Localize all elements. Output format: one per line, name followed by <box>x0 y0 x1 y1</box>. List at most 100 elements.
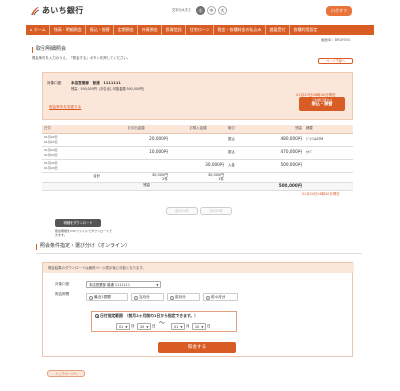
from-day-unit: 日 <box>152 324 156 328</box>
to-month-select[interactable]: 01 ▼ <box>171 323 185 330</box>
to-month-unit: 月 <box>186 324 190 328</box>
nav-foreign-deposit[interactable]: 外貨預金 <box>138 25 163 35</box>
row-type: 振込 <box>226 133 248 147</box>
nav-applications[interactable]: 諸届受付 <box>266 25 291 35</box>
row-deposit <box>170 133 226 147</box>
font-size-medium-button[interactable]: 中 <box>207 6 216 15</box>
from-month-unit: 月 <box>131 324 135 328</box>
from-month-value: 01 <box>119 325 124 329</box>
account-balance-line: 残高：500,000円（お引出し可能金額 500,000円） <box>71 87 147 91</box>
table-row: 01月20日 01月20日 20,000円 振込 480,000円 ｼﾞｴｲｺﾑ… <box>42 133 353 147</box>
nav-housing-loan[interactable]: 住宅ローン <box>186 25 215 35</box>
next-page-button[interactable]: 次の20件 <box>200 207 232 215</box>
period-option-week[interactable]: 最近1週間 <box>86 293 128 301</box>
period-option-label: 前月分 <box>175 295 186 299</box>
row-deposit <box>170 146 226 160</box>
chevron-down-icon: ▼ <box>125 325 128 329</box>
nav-balance[interactable]: 残高・明細照会 <box>50 25 87 35</box>
chevron-down-icon: ▼ <box>201 325 204 329</box>
row-balance: 480,000円 <box>248 133 304 147</box>
row-date: 01月20日 01月20日 <box>42 159 102 173</box>
col-withdraw: お引出金額 <box>102 125 170 134</box>
col-deposit: お預入金額 <box>170 125 226 134</box>
nav-transfer[interactable]: 振込・振替 <box>86 25 115 35</box>
date-range-title: 日付指定範囲 （前月2ヶ月間の1日から指定できます。） <box>100 313 198 318</box>
from-month-select[interactable]: 01 ▼ <box>116 323 130 330</box>
row-memo: ｼﾞｴｲｺﾑATM <box>304 133 353 147</box>
conditions-section-header: 照会条件指定・選び分け（オンライン） <box>36 242 362 254</box>
download-note: 照会明細をCSVファイルでダウンロードで きます。 <box>55 229 112 237</box>
home-icon: ⌂ <box>30 27 33 32</box>
from-day-select[interactable]: 20 ▼ <box>137 323 151 330</box>
table-total-row: 合計 30,000円 2件 30,000円 1件 <box>42 172 353 183</box>
period-option-last-month[interactable]: 前月分 <box>167 293 200 301</box>
col-date: 日付 <box>42 125 102 134</box>
balance-label: 残高 <box>42 182 170 191</box>
col-balance: 残高 <box>248 125 304 134</box>
account-select[interactable]: 本店営業部 普通 1111111 ▼ <box>86 281 161 288</box>
to-day-select[interactable]: 20 ▼ <box>192 323 206 330</box>
period-option-label: 前々月分 <box>211 295 226 299</box>
radio-checked-icon <box>95 314 99 318</box>
table-row: 01月20日 01月20日 10,000円 振込 470,000円 ｶｲｼﾞ <box>42 146 353 160</box>
total-deposit: 30,000円 1件 <box>170 172 226 183</box>
nav-home-label: ホーム <box>33 27 46 32</box>
screen-id: 画面ID：BRDY050 <box>321 38 351 42</box>
page-title: 取引明細照会 <box>32 46 66 53</box>
nav-home[interactable]: ⌂ ホーム <box>26 25 51 35</box>
nav-settings[interactable]: 各種利用設定 <box>290 25 321 35</box>
total-label: 合計 <box>42 172 102 183</box>
period-option-this-month[interactable]: 当月分 <box>131 293 164 301</box>
table-timestamp: 01月20日08時30分現在 <box>302 192 340 196</box>
account-label: 対象口座 <box>47 81 62 85</box>
font-size-small-button[interactable]: 小 <box>196 6 205 15</box>
col-memo: 摘要 <box>304 125 353 134</box>
page-bottom-link[interactable]: ページ下部へ <box>318 58 353 64</box>
table-balance-row: 残高 500,000円 <box>42 182 353 191</box>
to-day-unit: 日 <box>207 324 211 328</box>
period-option-two-months-ago[interactable]: 前々月分 <box>203 293 238 301</box>
nav-time-deposit[interactable]: 定期預金 <box>114 25 139 35</box>
bank-logo-icon <box>31 7 40 16</box>
date-range-radio[interactable]: 日付指定範囲 （前月2ヶ月間の1日から指定できます。） <box>95 313 198 318</box>
transfer-button[interactable]: ご利用口座から 振込・振替 <box>299 97 345 111</box>
nav-investment[interactable]: 投資信託 <box>162 25 187 35</box>
conditions-note: 照会結果のダウンロードは最終ページ表示後に可能となります。 <box>43 263 354 273</box>
row-balance: 470,000円 <box>248 146 304 160</box>
row-withdraw: 10,000円 <box>102 146 170 160</box>
row-type: 振込 <box>226 146 248 160</box>
radio-icon <box>133 295 138 300</box>
chevron-down-icon: ▼ <box>146 325 149 329</box>
total-withdraw: 30,000円 2件 <box>102 172 170 183</box>
chevron-down-icon: ▼ <box>156 283 159 287</box>
row-type: 入金 <box>226 159 248 173</box>
period-option-label: 最近1週間 <box>94 295 111 299</box>
top-page-button[interactable]: トップページへ <box>47 370 85 377</box>
radio-icon <box>205 295 210 300</box>
row-withdraw: 20,000円 <box>102 133 170 147</box>
table-row: 01月20日 01月20日 30,000円 入金 500,000円 <box>42 159 353 173</box>
nav-tax-payment[interactable]: 税金・各種料金の払込み <box>214 25 267 35</box>
change-condition-link[interactable]: 照会条件を変更する <box>49 105 81 109</box>
col-type: 取引 <box>226 125 248 134</box>
from-day-value: 20 <box>140 325 145 329</box>
prev-page-button[interactable]: 前の20件 <box>166 207 198 215</box>
chevron-down-icon: ▼ <box>180 325 183 329</box>
transfer-button-label: 振込・振替 <box>311 101 333 107</box>
cond-period-label: 照会期間 <box>55 292 70 296</box>
download-button[interactable]: 明細をダウンロード <box>55 219 101 227</box>
period-option-label: 当月分 <box>139 295 150 299</box>
download-note-line2: きます。 <box>55 233 67 238</box>
cond-account-label: 対象口座 <box>55 282 70 286</box>
radio-icon <box>169 295 174 300</box>
font-size-large-button[interactable]: 大 <box>218 6 227 15</box>
account-value: 本店営業部 普通 1111111 <box>71 81 121 85</box>
transaction-table: 日付 お引出金額 お預入金額 取引 残高 摘要 01月20日 01月20日 20… <box>42 125 353 191</box>
logout-button[interactable]: ログオフ <box>326 6 352 16</box>
row-memo: ｶｲｼﾞ <box>304 146 353 160</box>
page-instruction: 照会条件を入力のうえ、「照会する」ボタンを押してください。 <box>32 56 131 60</box>
row-date: 01月20日 01月20日 <box>42 133 102 147</box>
balance-value: 500,000円 <box>248 182 304 191</box>
submit-button[interactable]: 照会する <box>158 342 236 353</box>
bank-name: あいち銀行 <box>42 6 84 15</box>
